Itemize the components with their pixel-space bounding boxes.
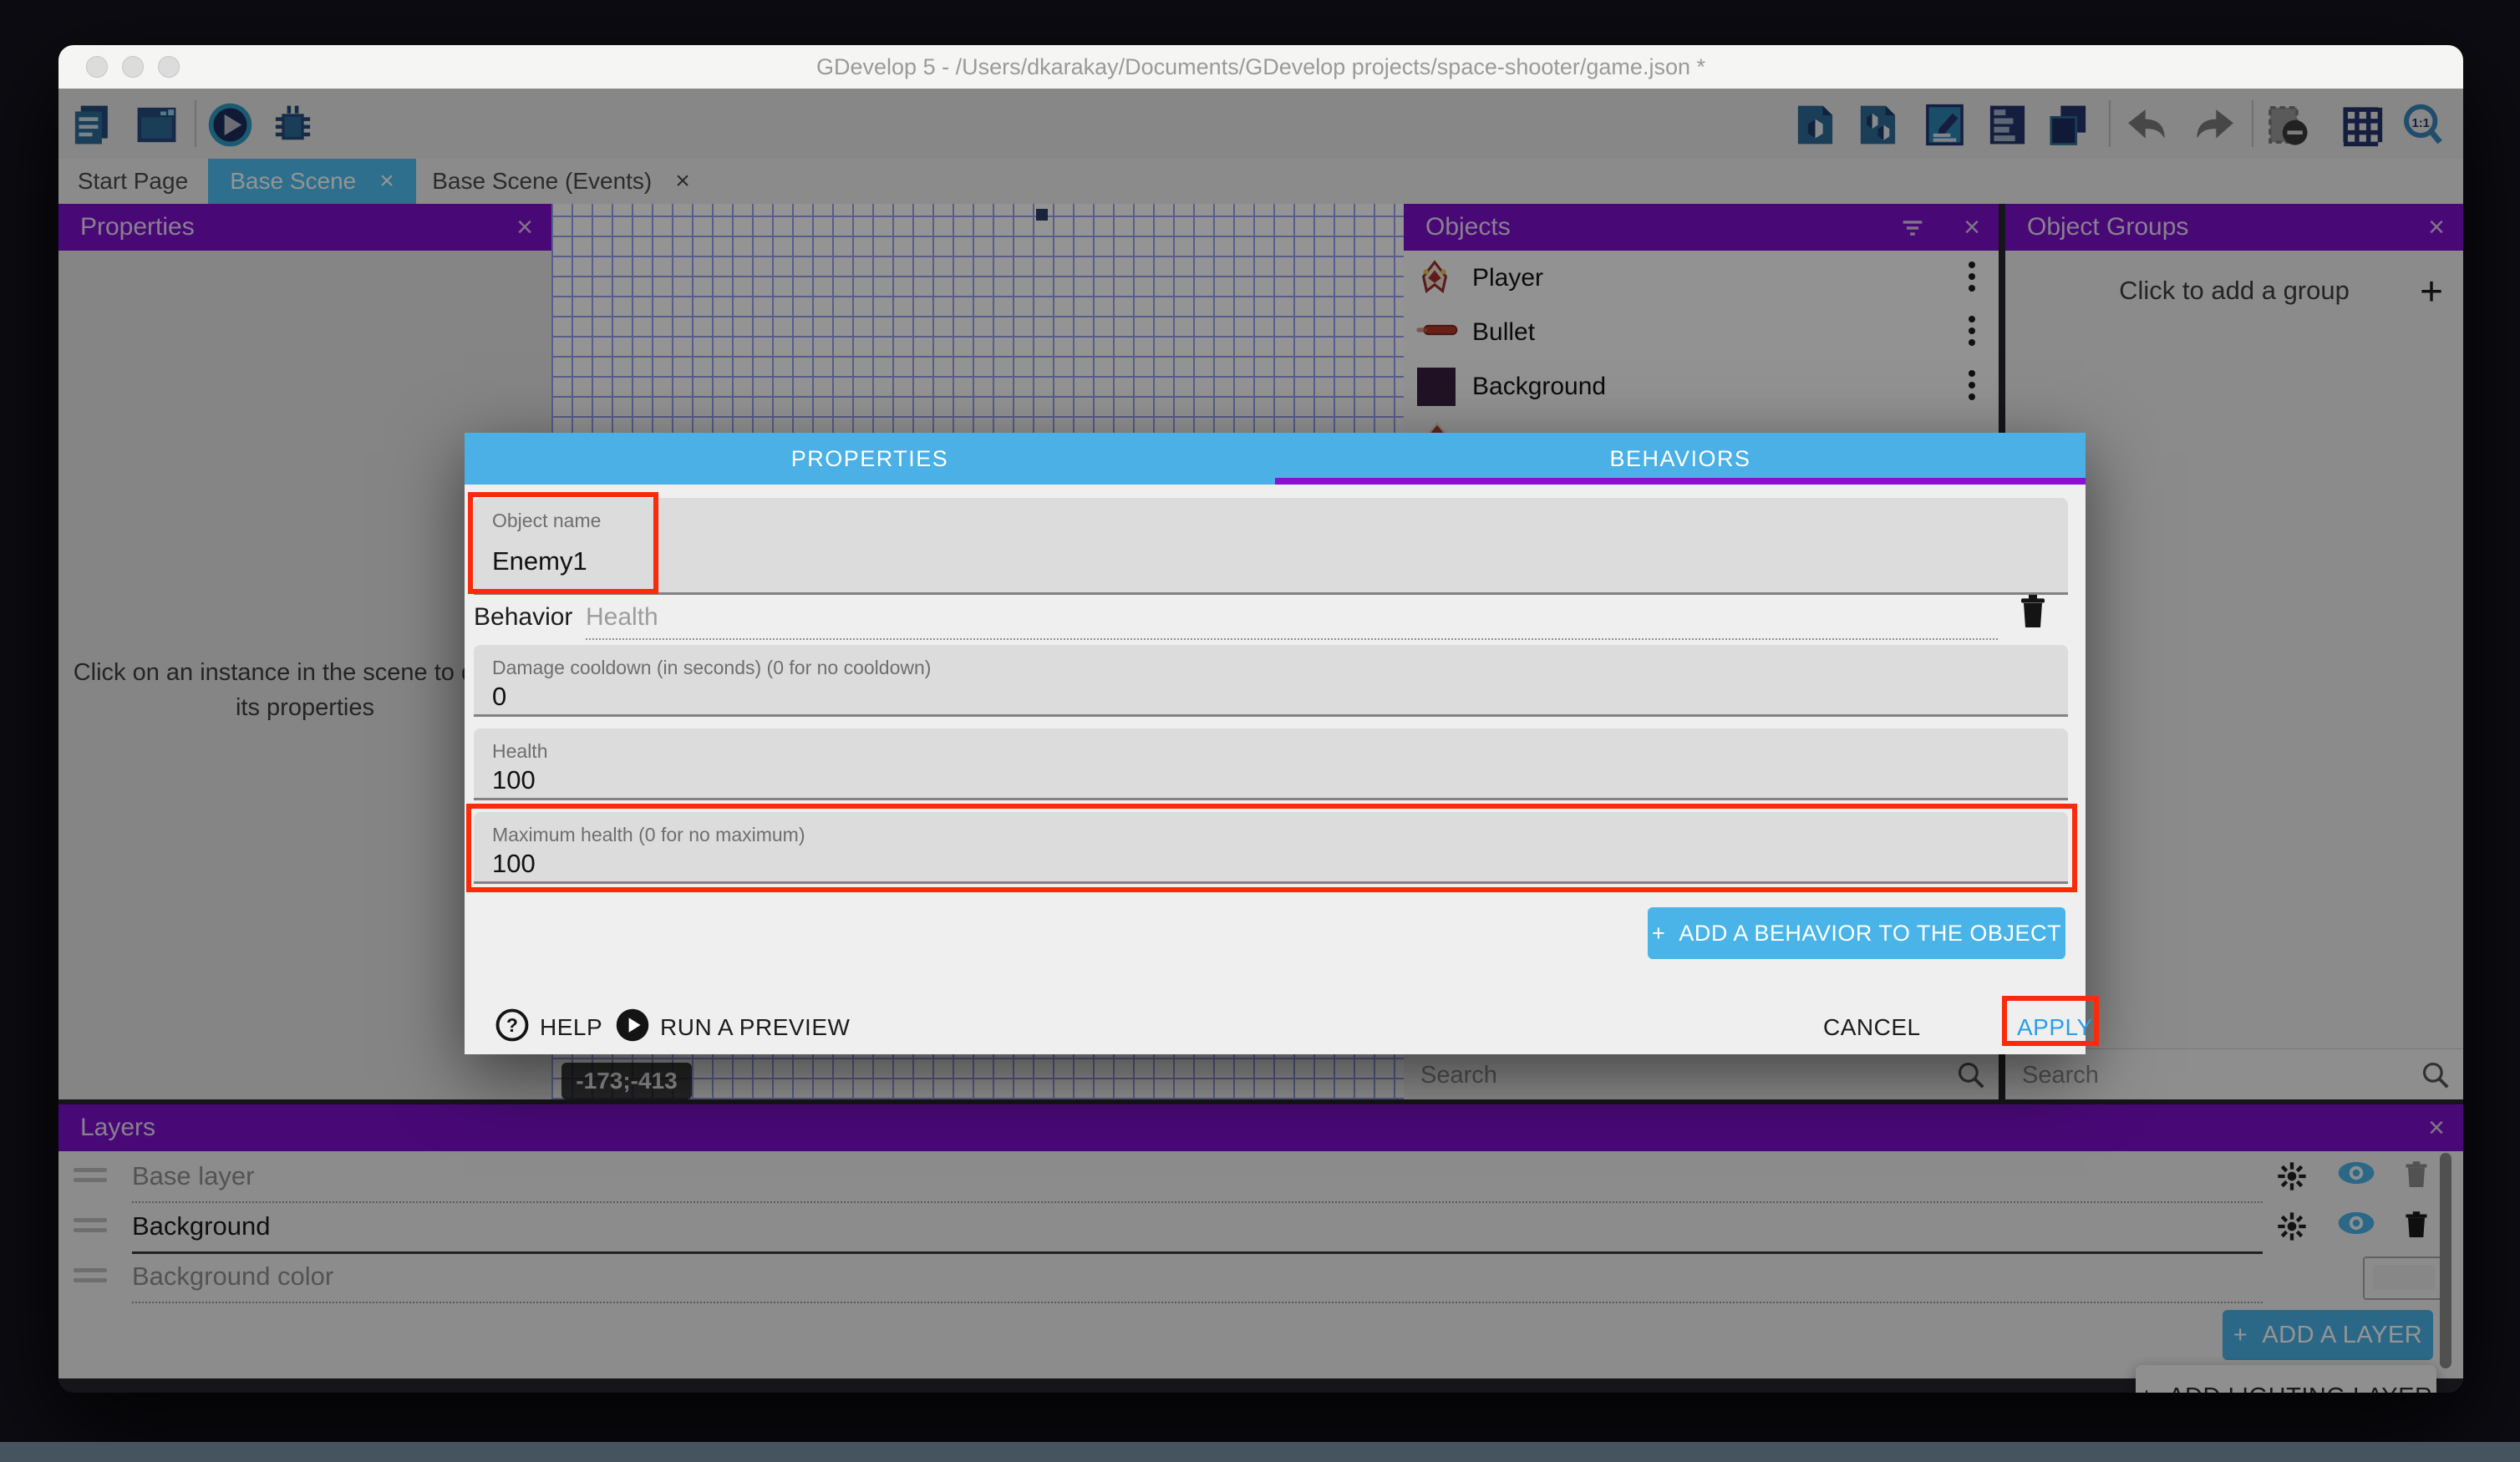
annotation-box-maximum-health [466, 804, 2077, 892]
cancel-button[interactable]: CANCEL [1823, 1014, 1921, 1041]
object-name-field[interactable]: Object name Enemy1 [474, 498, 2068, 595]
damage-cooldown-field[interactable]: Damage cooldown (in seconds) (0 for no c… [474, 645, 2068, 717]
annotation-box-object-name [468, 492, 658, 594]
health-field[interactable]: Health 100 [474, 728, 2068, 800]
desktop-edge [0, 1442, 2520, 1462]
active-tab-indicator [1275, 478, 2086, 485]
object-editor-dialog: PROPERTIES BEHAVIORS Object name Enemy1 … [465, 433, 2086, 1054]
window-title: GDevelop 5 - /Users/dkarakay/Documents/G… [58, 45, 2463, 89]
run-preview-icon[interactable] [615, 1008, 650, 1043]
behavior-row: Behavior Health [474, 596, 2068, 645]
plus-icon: + [1652, 921, 1679, 946]
dialog-tabstrip: PROPERTIES BEHAVIORS [465, 433, 2086, 485]
tab-properties[interactable]: PROPERTIES [465, 433, 1275, 485]
close-window-icon[interactable] [86, 56, 108, 78]
delete-behavior-trash-icon[interactable] [2013, 591, 2053, 632]
annotation-box-apply [2002, 996, 2099, 1046]
behavior-name-input[interactable]: Health [586, 603, 658, 632]
run-preview-button[interactable]: RUN A PREVIEW [660, 1014, 850, 1041]
dialog-footer: ? HELP RUN A PREVIEW CANCEL APPLY [465, 999, 2086, 1054]
zoom-window-icon[interactable] [158, 56, 180, 78]
svg-text:?: ? [506, 1014, 518, 1036]
minimize-window-icon[interactable] [122, 56, 144, 78]
add-behavior-button[interactable]: + ADD A BEHAVIOR TO THE OBJECT [1648, 907, 2065, 959]
tab-behaviors[interactable]: BEHAVIORS [1275, 433, 2086, 485]
help-icon[interactable]: ? [495, 1008, 530, 1043]
help-button[interactable]: HELP [540, 1014, 602, 1041]
titlebar: GDevelop 5 - /Users/dkarakay/Documents/G… [58, 45, 2463, 89]
